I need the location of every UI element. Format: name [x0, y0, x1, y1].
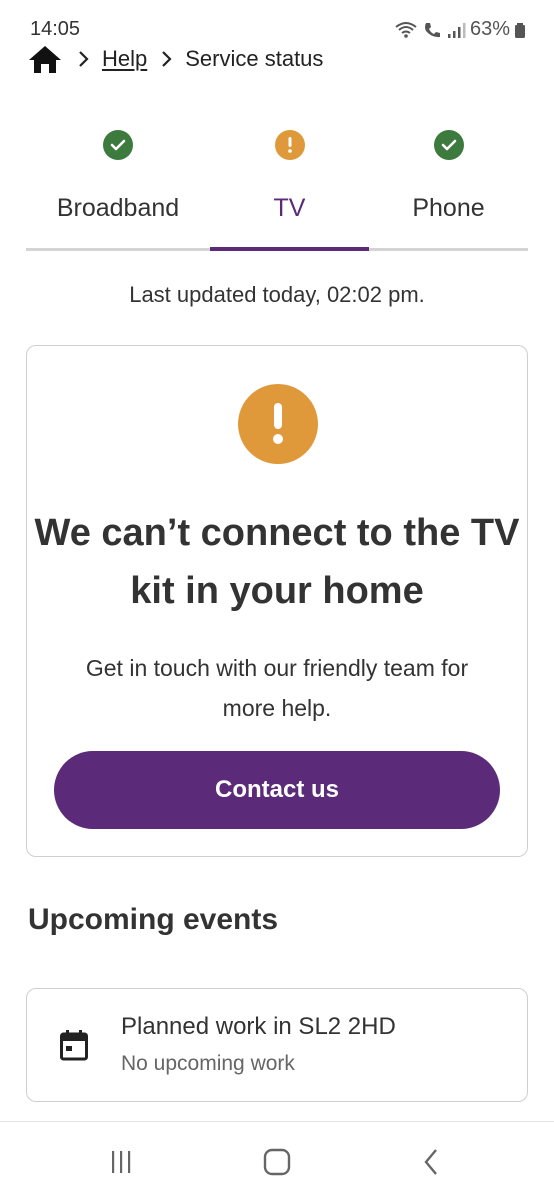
tab-phone[interactable]: Phone	[369, 120, 528, 252]
breadcrumb-current: Service status	[185, 46, 324, 71]
status-icons: 63%	[394, 18, 526, 41]
service-alert-card: We can’t connect to the TV kit in your h…	[26, 345, 528, 857]
check-icon	[103, 130, 133, 160]
event-subtitle: No upcoming work	[121, 1052, 295, 1075]
planned-work-card[interactable]: Planned work in SL2 2HD No upcoming work	[26, 988, 528, 1102]
breadcrumb: Help Service status	[28, 40, 323, 78]
tab-label: Phone	[412, 194, 485, 222]
last-updated-text: Last updated today, 02:02 pm.	[129, 282, 425, 307]
service-tabs: Broadband TV Phone	[26, 120, 528, 252]
event-title: Planned work in SL2 2HD	[121, 1013, 396, 1040]
wifi-calling-icon	[395, 21, 417, 38]
tab-broadband[interactable]: Broadband	[26, 120, 210, 252]
home-icon[interactable]	[28, 43, 64, 75]
battery-icon	[515, 22, 525, 38]
back-icon[interactable]	[411, 1144, 451, 1180]
volte-icon	[424, 22, 440, 37]
exclamation-icon	[238, 384, 318, 464]
recent-apps-icon[interactable]	[101, 1144, 141, 1180]
calendar-icon	[60, 1030, 88, 1061]
home-button-icon[interactable]	[257, 1144, 297, 1180]
chevron-right-icon	[161, 50, 173, 68]
tab-tv[interactable]: TV	[210, 120, 369, 252]
system-nav-bar	[0, 1122, 554, 1200]
chevron-right-icon	[78, 50, 90, 68]
signal-icon	[447, 22, 466, 38]
upcoming-events-title: Upcoming events	[28, 903, 279, 936]
contact-us-button[interactable]: Contact us	[54, 751, 500, 829]
alert-body: Get in touch with our friendly team for …	[85, 655, 469, 721]
battery-percent: 63%	[469, 18, 510, 40]
active-tab-indicator	[210, 247, 369, 251]
status-bar: 14:05 63%	[0, 0, 554, 44]
exclamation-icon	[274, 130, 305, 160]
status-time: 14:05	[30, 18, 81, 40]
breadcrumb-help-link[interactable]: Help	[102, 46, 147, 72]
tab-label: Broadband	[56, 194, 180, 222]
check-icon	[433, 130, 464, 160]
alert-title: We can’t connect to the TV kit in your h…	[34, 512, 520, 612]
tab-label: TV	[273, 194, 306, 222]
